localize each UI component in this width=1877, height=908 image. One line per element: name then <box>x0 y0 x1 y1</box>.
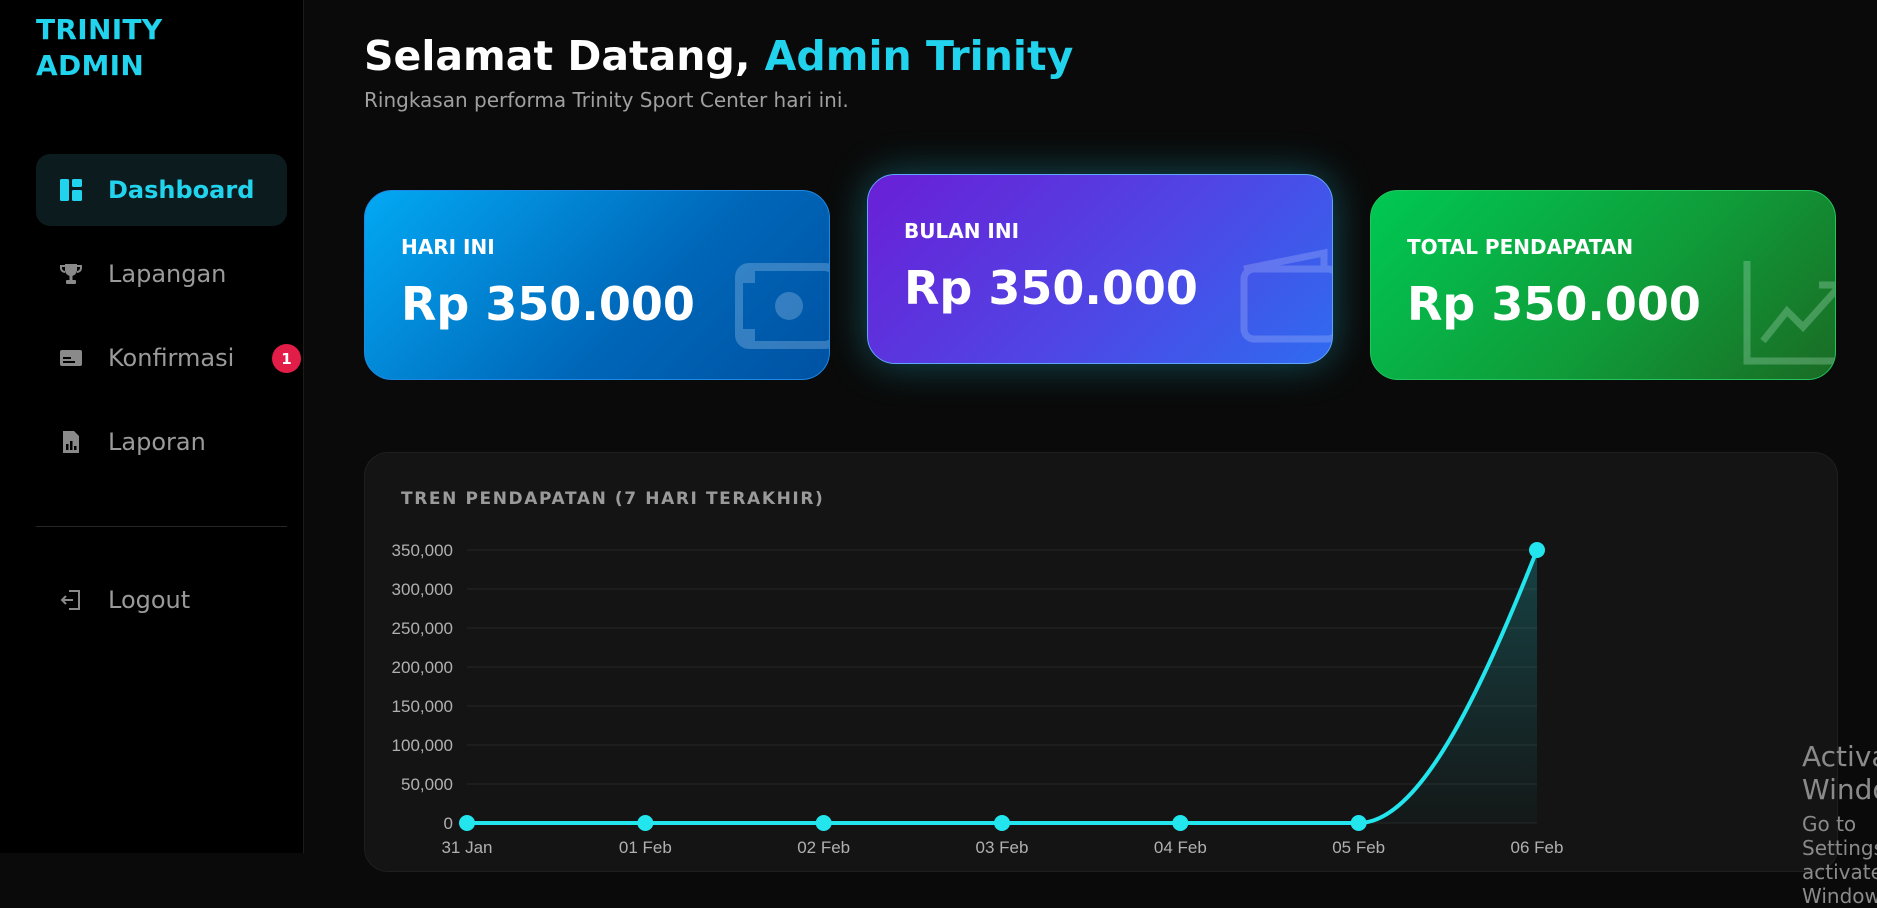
x-tick-label: 03 Feb <box>976 838 1029 857</box>
x-tick-label: 06 Feb <box>1511 838 1564 857</box>
brand-line-1: TRINITY <box>36 12 162 48</box>
stat-card-label: BULAN INI <box>904 219 1019 243</box>
stat-card-amount: Rp 350.000 <box>904 261 1198 315</box>
data-point <box>459 815 475 831</box>
stat-card-amount: Rp 350.000 <box>1407 277 1701 331</box>
wallet-icon <box>1238 245 1333 349</box>
payment-card-icon <box>58 345 84 371</box>
x-tick-label: 31 Jan <box>441 838 492 857</box>
y-tick-label: 50,000 <box>401 775 453 794</box>
brand-line-2: ADMIN <box>36 48 162 84</box>
trophy-icon <box>58 261 84 287</box>
data-point <box>816 815 832 831</box>
revenue-chart-panel: TREN PENDAPATAN (7 HARI TERAKHIR) 050,00… <box>364 452 1838 872</box>
greeting-name: Admin Trinity <box>765 32 1074 80</box>
y-tick-label: 100,000 <box>392 736 453 755</box>
stat-card-total: TOTAL PENDAPATAN Rp 350.000 <box>1370 190 1836 380</box>
dashboard-icon <box>58 177 84 203</box>
area-fill <box>467 550 1537 823</box>
logout-icon <box>58 587 84 613</box>
windows-activation-watermark: Activate Windows Go to Settings to activ… <box>1802 740 1877 908</box>
stat-card-label: HARI INI <box>401 235 495 259</box>
stat-card-label: TOTAL PENDAPATAN <box>1407 235 1633 259</box>
sidebar: TRINITY ADMIN Dashboard Lapangan Konfirm… <box>0 0 304 853</box>
main-content: Selamat Datang, Admin Trinity Ringkasan … <box>304 0 1877 853</box>
y-tick-label: 350,000 <box>392 541 453 560</box>
trend-up-icon <box>1741 257 1836 373</box>
brand-logo[interactable]: TRINITY ADMIN <box>36 12 162 84</box>
data-point <box>1529 542 1545 558</box>
y-tick-label: 150,000 <box>392 697 453 716</box>
series-line <box>467 550 1537 823</box>
cash-icon <box>735 261 830 355</box>
sidebar-item-dashboard[interactable]: Dashboard <box>36 154 287 226</box>
page-subtitle: Ringkasan performa Trinity Sport Center … <box>364 88 849 112</box>
greeting-prefix: Selamat Datang, <box>364 32 765 80</box>
data-point <box>1172 815 1188 831</box>
sidebar-item-konfirmasi[interactable]: Konfirmasi 1 <box>36 322 287 394</box>
y-tick-label: 300,000 <box>392 580 453 599</box>
sidebar-item-label: Konfirmasi <box>108 344 234 372</box>
x-tick-label: 01 Feb <box>619 838 672 857</box>
sidebar-item-laporan[interactable]: Laporan <box>36 406 287 478</box>
sidebar-item-label: Lapangan <box>108 260 226 288</box>
logout-button[interactable]: Logout <box>36 564 287 636</box>
y-tick-label: 250,000 <box>392 619 453 638</box>
stat-card-today: HARI INI Rp 350.000 <box>364 190 830 380</box>
stat-card-amount: Rp 350.000 <box>401 277 695 331</box>
page-title: Selamat Datang, Admin Trinity <box>364 32 1073 80</box>
report-file-icon <box>58 429 84 455</box>
watermark-line-2: Go to Settings to activate Windows. <box>1802 812 1877 908</box>
x-tick-label: 05 Feb <box>1332 838 1385 857</box>
logout-label: Logout <box>108 586 190 614</box>
notification-badge: 1 <box>272 344 301 373</box>
x-tick-label: 04 Feb <box>1154 838 1207 857</box>
data-point <box>1351 815 1367 831</box>
sidebar-item-label: Laporan <box>108 428 206 456</box>
data-point <box>637 815 653 831</box>
stat-card-month: BULAN INI Rp 350.000 <box>867 174 1333 364</box>
y-tick-label: 0 <box>444 814 453 833</box>
y-tick-label: 200,000 <box>392 658 453 677</box>
sidebar-item-label: Dashboard <box>108 176 254 204</box>
sidebar-divider <box>36 526 287 527</box>
x-tick-label: 02 Feb <box>797 838 850 857</box>
watermark-line-1: Activate Windows <box>1802 740 1877 806</box>
revenue-line-chart: 0 50,000 100,000 150,000 200,000 250,000 300,0… <box>365 453 1839 873</box>
sidebar-item-lapangan[interactable]: Lapangan <box>36 238 287 310</box>
data-point <box>994 815 1010 831</box>
